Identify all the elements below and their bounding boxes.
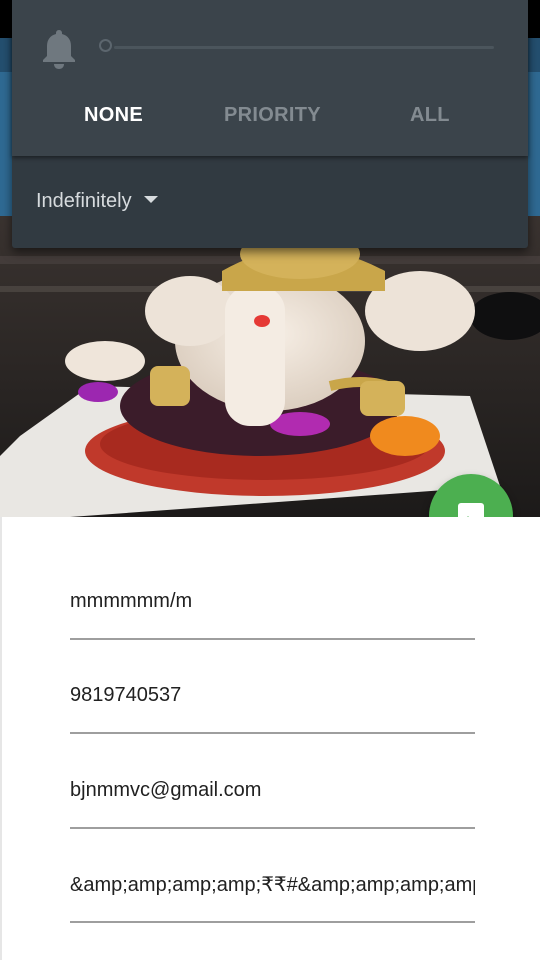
hero-image	[0, 216, 540, 517]
volume-slider-thumb[interactable]	[99, 39, 112, 52]
do-not-disturb-panel: NONE PRIORITY ALL Indefinitely	[12, 0, 528, 248]
volume-slider-track[interactable]	[114, 46, 494, 49]
profile-form	[0, 517, 540, 960]
phone-field[interactable]	[70, 630, 475, 734]
duration-label: Indefinitely	[36, 190, 132, 212]
tab-priority[interactable]: PRIORITY	[224, 104, 321, 134]
email-input[interactable]	[70, 779, 475, 802]
phone-input[interactable]	[70, 684, 475, 707]
tab-none[interactable]: NONE	[84, 104, 143, 134]
chevron-down-icon	[143, 196, 158, 204]
tab-all[interactable]: ALL	[410, 104, 450, 134]
dnd-mode-section: NONE PRIORITY ALL	[12, 0, 528, 156]
bell-icon	[43, 30, 75, 69]
address-field[interactable]	[70, 819, 475, 923]
duration-dropdown[interactable]: Indefinitely	[36, 190, 158, 213]
name-input[interactable]	[70, 590, 475, 613]
name-field[interactable]	[70, 536, 475, 640]
address-field-underline	[70, 921, 475, 923]
email-field[interactable]	[70, 725, 475, 829]
address-input[interactable]	[70, 873, 475, 896]
